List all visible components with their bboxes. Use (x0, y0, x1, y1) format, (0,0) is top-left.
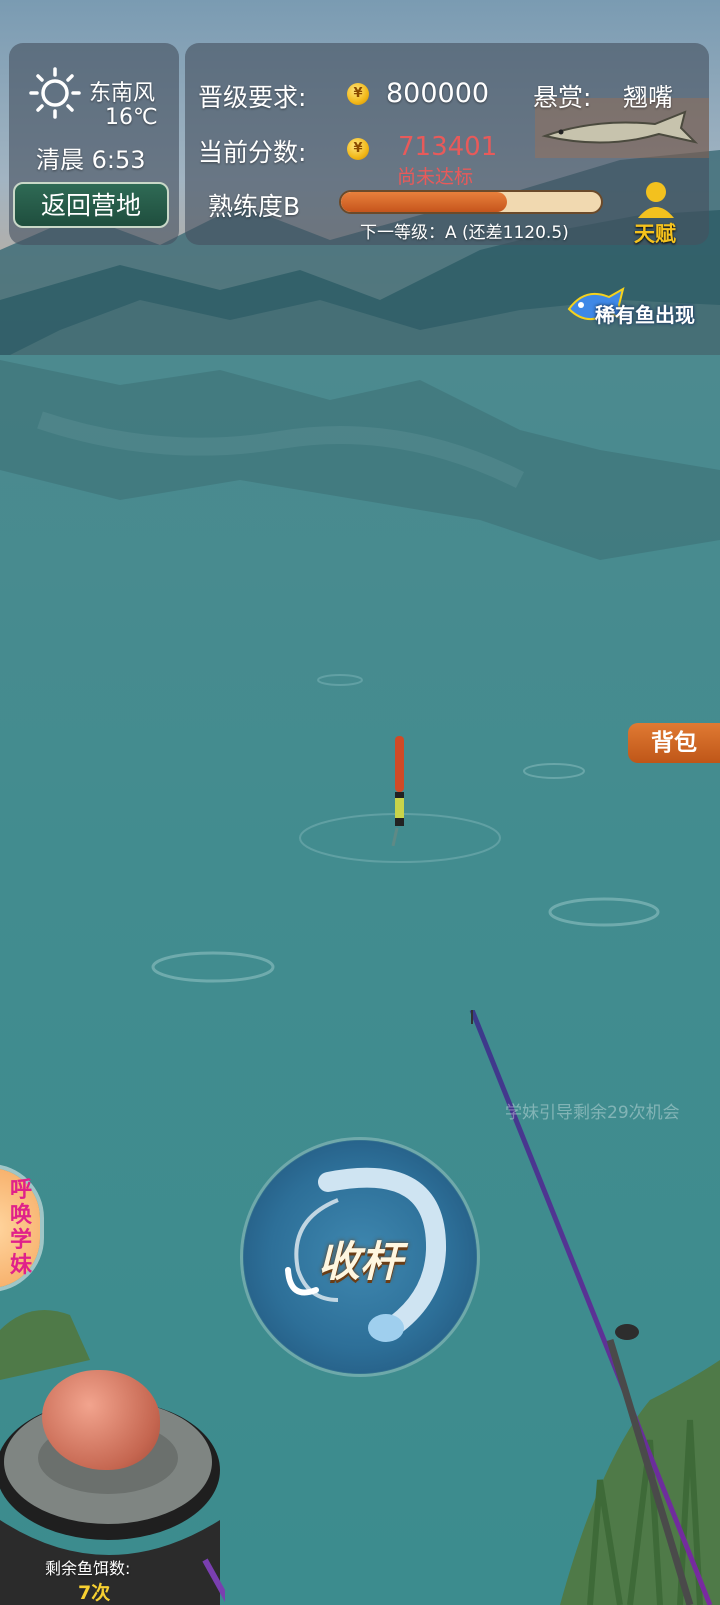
guide-notice: 学妹引导剩余29次机会 (505, 1103, 680, 1123)
rare-fish-indicator: 稀有鱼出现 (565, 283, 715, 333)
summon-label: 呼唤学妹 (9, 1178, 32, 1278)
bait-remaining-label: 剩余鱼饵数: (45, 1559, 131, 1578)
game-time: 清晨 6:53 (36, 146, 146, 174)
talent-button[interactable]: 天赋 (628, 180, 684, 246)
score-label: 当前分数: (198, 138, 307, 167)
proficiency-label: 熟练度B (208, 192, 301, 221)
proficiency-progress-bar (339, 190, 603, 214)
reel-in-button[interactable]: 收杆 (243, 1140, 477, 1374)
sun-icon (29, 67, 81, 119)
score-status: 尚未达标 (397, 166, 474, 188)
temperature: 16℃ (105, 105, 158, 130)
next-level-text: 下一等级：A (还差1120.5) (360, 223, 569, 243)
coin-icon: ¥ (347, 138, 369, 160)
score-value: 713401 (398, 132, 498, 162)
person-icon (638, 182, 674, 218)
rare-fish-label: 稀有鱼出现 (595, 303, 695, 327)
bounty-label: 悬赏: (533, 83, 592, 112)
requirement-label: 晋级要求: (198, 83, 307, 112)
backpack-button[interactable]: 背包 (628, 723, 720, 763)
fishing-float (391, 736, 404, 846)
talent-label: 天赋 (634, 222, 676, 246)
bounty-fish-name: 翘嘴 (623, 83, 674, 112)
bait-remaining-count: 7次 (78, 1582, 111, 1604)
coin-icon: ¥ (347, 83, 369, 105)
return-camp-button[interactable]: 返回营地 (13, 182, 169, 228)
proficiency-progress-fill (341, 192, 508, 212)
requirement-value: 800000 (386, 78, 490, 109)
reel-in-label: 收杆 (317, 1237, 402, 1286)
wind-direction: 东南风 (89, 81, 156, 106)
